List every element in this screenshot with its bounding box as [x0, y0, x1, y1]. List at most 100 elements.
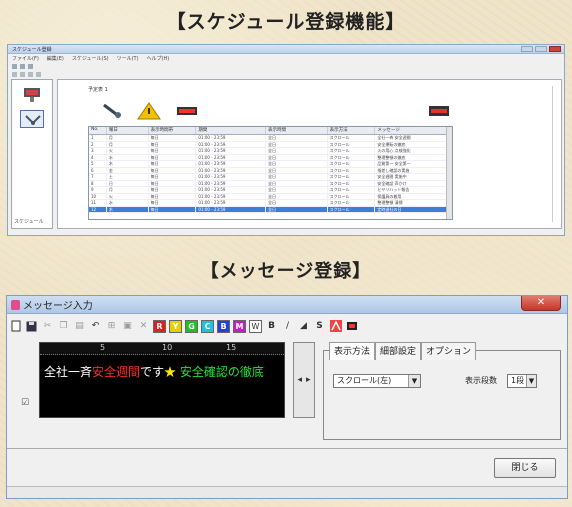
message-window: メッセージ入力 ✕ ✂ ❐ ▤ ↶ ⊞ ▣ ✕ R Y G C B M W B …: [6, 295, 568, 499]
column-header[interactable]: 表示時間帯: [149, 127, 197, 134]
schedule-toolbar-2: [8, 70, 564, 78]
save-icon[interactable]: [25, 320, 38, 333]
clear-icon[interactable]: ✕: [137, 320, 150, 333]
strike-button[interactable]: S: [313, 320, 326, 333]
ruler-mark: 15: [226, 343, 237, 352]
tool-icon[interactable]: [12, 71, 17, 77]
satellite-icon[interactable]: [98, 102, 124, 120]
italic-button[interactable]: /: [281, 320, 294, 333]
color-green-button[interactable]: G: [185, 319, 198, 333]
undo-icon[interactable]: ↶: [89, 320, 102, 333]
table-cell: 火の用心 点検強化: [375, 148, 452, 154]
grid-header: No. 曜日 表示時間帯 期間 表示時間 表示方法 メッセージ: [89, 127, 452, 135]
column-header[interactable]: 表示時間: [266, 127, 328, 134]
minimize-button[interactable]: [521, 46, 533, 52]
warning-icon[interactable]: [136, 102, 162, 120]
grid-scrollbar[interactable]: [446, 127, 452, 219]
table-row[interactable]: 12 木毎日 01:00 - 23:59 全日 スクロール 定時退社の日: [89, 206, 452, 213]
arrow-right-button[interactable]: ▸: [306, 375, 311, 385]
rows-select[interactable]: 1段 ▼: [507, 374, 537, 388]
led-panel-icon[interactable]: [428, 104, 450, 118]
schedule-section-title: 【スケジュール登録機能】: [166, 11, 406, 33]
table-cell: スクロール: [328, 161, 376, 167]
enable-checkbox[interactable]: ☑: [21, 398, 29, 408]
maximize-button[interactable]: [535, 46, 547, 52]
table-cell: 安全確認 声かけ: [375, 180, 452, 186]
column-header[interactable]: メッセージ: [375, 127, 452, 134]
menu-item[interactable]: スケジュール(S): [72, 55, 109, 62]
schedule-window-title: スケジュール登録: [12, 46, 52, 53]
font-color-icon[interactable]: [329, 320, 342, 333]
menu-item[interactable]: ツール(T): [117, 55, 139, 62]
tool-icon[interactable]: [28, 71, 33, 77]
column-header[interactable]: 表示方法: [328, 127, 376, 134]
table-cell: 全日: [266, 180, 328, 186]
tool-icon[interactable]: [12, 63, 17, 69]
display-method-value: スクロール(左): [337, 376, 392, 385]
close-button[interactable]: [549, 46, 561, 52]
message-text[interactable]: 全社一斉安全週間です★ 安全確認の徹底: [40, 355, 284, 380]
new-file-icon[interactable]: [9, 320, 22, 333]
tab-options[interactable]: オプション: [421, 342, 477, 360]
app-icon: [11, 299, 20, 310]
table-cell: 全社一斉 安全週間: [375, 135, 452, 141]
message-segment-green: 安全確認の徹底: [179, 365, 264, 379]
tool-icon[interactable]: [20, 63, 25, 69]
message-editor[interactable]: 5 10 15 全社一斉安全週間です★ 安全確認の徹底: [39, 342, 285, 418]
insert-icon[interactable]: ⊞: [105, 320, 118, 333]
cut-icon[interactable]: ✂: [41, 320, 54, 333]
color-blue-button[interactable]: B: [217, 319, 230, 333]
message-segment-red: 安全週間: [92, 365, 141, 379]
column-header[interactable]: 曜日: [107, 127, 149, 134]
table-cell: 整理整頓の徹底: [375, 154, 452, 160]
menu-item[interactable]: ヘルプ(H): [147, 55, 170, 62]
message-titlebar: メッセージ入力: [7, 296, 567, 314]
column-header[interactable]: No.: [89, 127, 107, 134]
close-dialog-button[interactable]: 閉じる: [494, 458, 556, 478]
color-yellow-button[interactable]: Y: [169, 319, 182, 333]
bold-button[interactable]: B: [265, 320, 278, 333]
display-board-icon[interactable]: [174, 102, 200, 120]
table-cell: 火: [107, 148, 149, 154]
tool-icon[interactable]: [36, 71, 41, 77]
tab-detail-settings[interactable]: 細部設定: [375, 342, 422, 360]
menu-item[interactable]: ファイル(F): [12, 55, 39, 62]
preview-icon[interactable]: [345, 320, 358, 333]
table-cell: 01:00 - 23:59: [196, 148, 267, 154]
table-cell: 安全運転の徹底: [375, 141, 452, 147]
arrow-left-button[interactable]: ◂: [297, 375, 302, 385]
color-red-button[interactable]: R: [153, 319, 166, 333]
tool-icon[interactable]: [28, 63, 33, 69]
schedule-icon[interactable]: [20, 110, 44, 128]
menu-item[interactable]: 編集(E): [47, 55, 64, 62]
shadow-button[interactable]: ◢: [297, 320, 310, 333]
window-close-button[interactable]: ✕: [521, 296, 561, 311]
table-cell: スクロール: [328, 200, 376, 206]
grid-body: 1 月毎日 01:00 - 23:59 全日 スクロール 全社一斉 安全週間 2 月毎日 01:…: [89, 135, 452, 213]
color-white-button[interactable]: W: [249, 319, 262, 333]
sign-board-icon[interactable]: [20, 86, 44, 104]
color-cyan-button[interactable]: C: [201, 319, 214, 333]
copy-icon[interactable]: ❐: [57, 320, 70, 333]
table-cell: スクロール: [328, 148, 376, 154]
color-magenta-button[interactable]: M: [233, 319, 246, 333]
tool-icon[interactable]: [20, 71, 25, 77]
table-cell: スクロール: [328, 174, 376, 180]
table-cell: 11: [89, 200, 107, 206]
table-cell: 全日: [266, 154, 328, 160]
paste-icon[interactable]: ▤: [73, 320, 86, 333]
table-cell: 01:00 - 23:59: [196, 200, 267, 206]
chevron-down-icon[interactable]: ▼: [526, 375, 536, 387]
table-cell: 1: [89, 135, 107, 141]
tab-display-method[interactable]: 表示方法: [329, 342, 376, 360]
settings-tabs: 表示方法 細部設定 オプション: [329, 342, 477, 360]
frame-icon[interactable]: ▣: [121, 320, 134, 333]
display-method-select[interactable]: スクロール(左) ▼: [333, 374, 421, 388]
table-cell: 毎日: [149, 161, 197, 167]
table-cell: 品質第一 安全第一: [375, 161, 452, 167]
table-cell: 01:00 - 23:59: [196, 141, 267, 147]
schedule-titlebar: スケジュール登録: [8, 45, 564, 54]
column-header[interactable]: 期間: [196, 127, 267, 134]
chevron-down-icon[interactable]: ▼: [408, 375, 420, 387]
table-cell: 全日: [266, 174, 328, 180]
